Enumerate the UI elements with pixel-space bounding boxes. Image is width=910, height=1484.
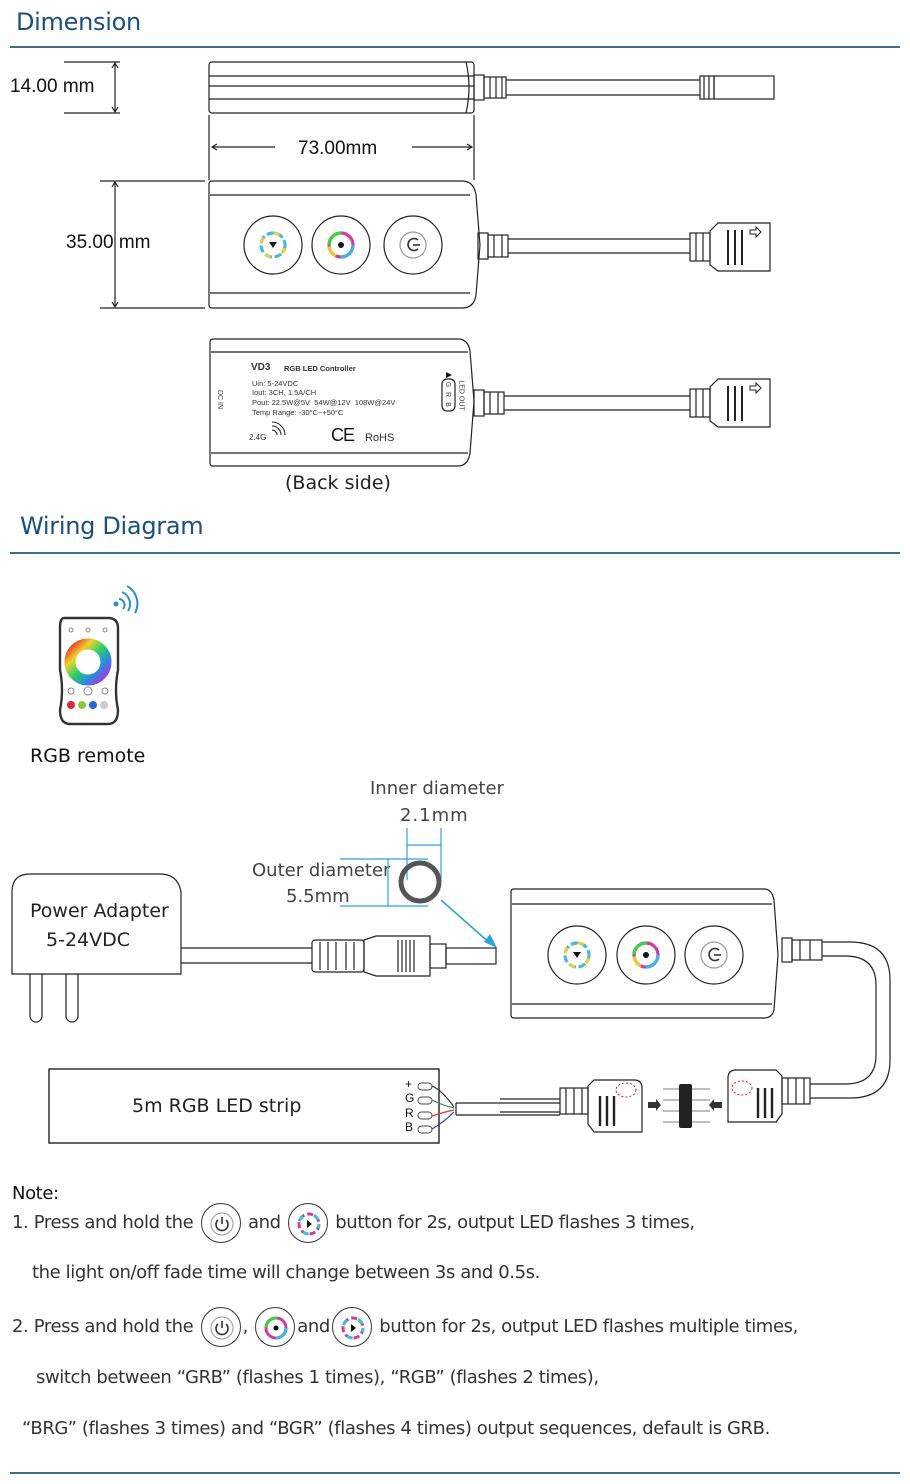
note-1-text-a: 1. Press and hold the [12, 1212, 194, 1233]
color-button [312, 216, 370, 274]
label-wireless: 2.4G [249, 433, 267, 442]
note-2-text-b: and [297, 1316, 330, 1337]
wiring-heading: Wiring Diagram [20, 512, 204, 540]
wiring-divider [10, 552, 900, 554]
dc-in-label: DC IN [216, 389, 224, 410]
pin-r-label: R [444, 391, 452, 398]
rgb-remote-illustration [58, 585, 139, 726]
label-spec-temp: Temp Range: -30°C~+50°C [252, 408, 344, 417]
power-icon [200, 1307, 241, 1347]
mode-icon [287, 1203, 328, 1243]
led-out-label: LED OUT [457, 380, 465, 411]
note-2-line-3: “BRG” (flashes 3 times) and “BGR” (flash… [22, 1418, 770, 1439]
side-view-drawing [64, 61, 775, 180]
note-1-text-c: button for 2s, output LED flashes 3 time… [335, 1212, 695, 1233]
color-icon [255, 1307, 296, 1347]
strip-pin-plus: + [405, 1077, 413, 1091]
rohs-mark: RoHS [365, 432, 395, 444]
rgb-remote-label: RGB remote [30, 745, 146, 767]
ce-mark: CE [331, 425, 355, 445]
note-1-line-2: the light on/off fade time will change b… [32, 1262, 540, 1283]
back-view-drawing [209, 338, 771, 467]
strip-pin-g: G [405, 1091, 415, 1105]
notes-heading: Note: [12, 1183, 59, 1204]
label-product: RGB LED Controller [284, 364, 356, 373]
footer-divider [10, 1472, 900, 1474]
note-2-text-a: 2. Press and hold the [12, 1316, 194, 1337]
pin-g-label: G [444, 381, 452, 388]
power-button [384, 216, 442, 274]
note-2-line-1: 2. Press and hold the , and button for 2… [12, 1307, 798, 1347]
led-strip-label: 5m RGB LED strip [132, 1095, 302, 1117]
label-spec-iout: Iout: 3CH, 1.5A/CH [252, 388, 317, 397]
power-icon [200, 1203, 241, 1243]
mode-icon [331, 1307, 372, 1347]
adapter-label-line1: Power Adapter [30, 900, 169, 922]
note-2-line-2: switch between “GRB” (flashes 1 times), … [36, 1367, 599, 1388]
note-1-line-1: 1. Press and hold the and button for 2s,… [12, 1203, 695, 1243]
note-2-comma: , [242, 1316, 249, 1337]
width-dimension-label: 35.00 mm [66, 232, 151, 253]
strip-pin-b: B [405, 1120, 414, 1134]
strip-pin-r: R [405, 1106, 414, 1120]
height-dimension-label: 14.00 mm [10, 76, 95, 97]
length-dimension-label: 73.00mm [298, 138, 378, 159]
label-model: VD3 [251, 362, 271, 373]
back-side-caption: (Back side) [285, 472, 391, 494]
label-spec-pout: Pout: 22.5W@5V 54W@12V 108W@24V [252, 398, 396, 407]
label-spec-uin: Uin: 5-24VDC [252, 379, 299, 388]
controller-wiring-drawing [500, 888, 891, 1133]
adapter-label-line2: 5-24VDC [46, 929, 131, 951]
note-2-text-c: button for 2s, output LED flashes multip… [379, 1316, 798, 1337]
mode-button [244, 216, 302, 274]
pin-b-label: B [443, 402, 451, 407]
note-1-text-b: and [247, 1212, 281, 1233]
